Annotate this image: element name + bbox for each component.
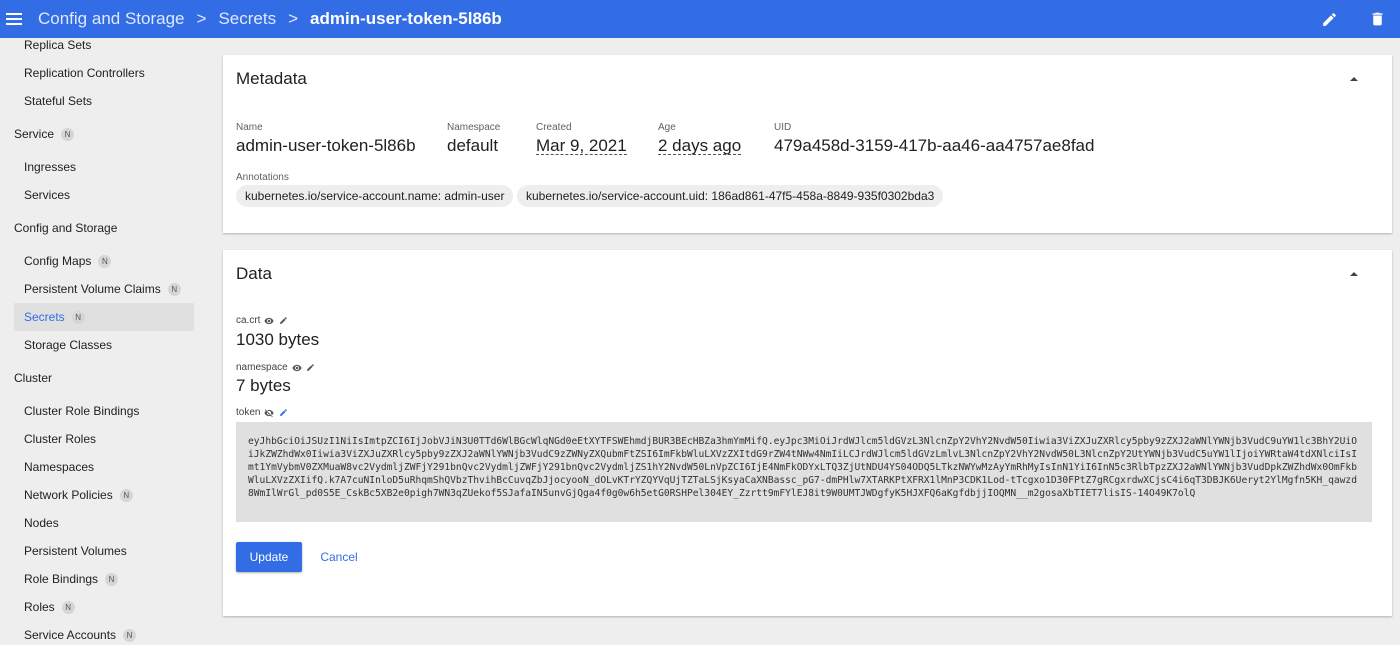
pencil-icon[interactable] xyxy=(278,316,288,326)
data-card: Data ca.crt 1030 bytes namespace 7 bytes… xyxy=(223,250,1392,616)
chevron-up-icon[interactable] xyxy=(1348,75,1360,83)
sidebar-item-label: Ingresses xyxy=(24,160,77,174)
sidebar-section-config-and-storage[interactable]: Config and Storage xyxy=(14,218,117,238)
namespace-label: Namespace xyxy=(447,122,501,133)
namespaced-badge: N xyxy=(71,310,85,324)
sidebar-item-label: Persistent Volumes xyxy=(24,544,127,558)
sidebar-item-role-bindings[interactable]: Role Bindings N xyxy=(24,566,119,592)
created-label: Created xyxy=(536,122,572,133)
sidebar-item-label: Cluster Roles xyxy=(24,432,97,446)
trash-icon[interactable] xyxy=(1366,8,1388,30)
cancel-button[interactable]: Cancel xyxy=(313,542,365,572)
sidebar-item-persistent-volume-claims[interactable]: Persistent Volume Claims N xyxy=(24,276,181,302)
sidebar-item-services[interactable]: Services xyxy=(24,182,70,208)
sidebar-item-label: Persistent Volume Claims xyxy=(24,282,161,296)
data-title: Data xyxy=(236,264,272,283)
sidebar-item-replication-controllers[interactable]: Replication Controllers xyxy=(24,60,145,86)
sidebar-item-label: Replication Controllers xyxy=(24,66,145,80)
sidebar-item-cluster-roles[interactable]: Cluster Roles xyxy=(24,426,96,452)
breadcrumb-config-and-storage[interactable]: Config and Storage xyxy=(38,9,185,29)
sidebar-item-label: Namespaces xyxy=(24,460,95,474)
sidebar-item-network-policies[interactable]: Network Policies N xyxy=(24,482,133,508)
age-value: 2 days ago xyxy=(658,136,742,155)
eye-icon[interactable] xyxy=(264,316,275,326)
sidebar-item-label: Stateful Sets xyxy=(24,94,93,108)
eye-off-icon[interactable] xyxy=(264,408,275,418)
uid-value: 479a458d-3159-417b-aa46-aa4757ae8fad xyxy=(774,136,1095,155)
age-label: Age xyxy=(658,122,676,133)
namespace-value: default xyxy=(447,136,499,155)
pencil-icon[interactable] xyxy=(306,363,316,373)
sidebar-section-label: Service xyxy=(14,127,55,141)
sidebar-item-label: Config Maps xyxy=(24,254,92,268)
created-value: Mar 9, 2021 xyxy=(536,136,627,155)
sidebar-item-label: Network Policies xyxy=(24,488,113,502)
data-entry-token: token xyxy=(236,407,288,418)
annotation-chip: kubernetes.io/service-account.uid: 186ad… xyxy=(517,185,944,207)
sidebar-item-config-maps[interactable]: Config Maps N xyxy=(24,248,112,274)
data-key-label: token xyxy=(236,407,261,418)
uid-label: UID xyxy=(774,122,792,133)
sidebar-section-label: Config and Storage xyxy=(14,221,118,235)
namespaced-badge: N xyxy=(167,282,181,296)
sidebar-item-label: Service Accounts xyxy=(24,628,117,642)
metadata-title: Metadata xyxy=(236,69,307,88)
sidebar-item-secrets[interactable]: Secrets N xyxy=(14,303,194,331)
breadcrumb-separator: > xyxy=(288,9,299,28)
sidebar-item-label: Role Bindings xyxy=(24,572,99,586)
metadata-card: Metadata Name admin-user-token-5l86b Nam… xyxy=(223,55,1392,233)
sidebar: Replica Sets Replication Controllers Sta… xyxy=(0,38,200,645)
data-key-label: ca.crt xyxy=(236,315,261,326)
update-button[interactable]: Update xyxy=(236,542,302,572)
sidebar-item-label: Cluster Role Bindings xyxy=(24,404,140,418)
name-value: admin-user-token-5l86b xyxy=(236,136,416,155)
sidebar-item-service-accounts[interactable]: Service Accounts N xyxy=(24,622,137,645)
sidebar-item-label: Services xyxy=(24,188,71,202)
namespaced-badge: N xyxy=(105,572,119,586)
namespaced-badge: N xyxy=(123,628,137,642)
token-value-textarea[interactable]: eyJhbGciOiJSUzI1NiIsImtpZCI6IjJobVJiN3U0… xyxy=(236,422,1372,522)
data-entry-ca-crt: ca.crt xyxy=(236,315,288,326)
annotation-chip: kubernetes.io/service-account.name: admi… xyxy=(236,185,514,207)
data-key-label: namespace xyxy=(236,362,288,373)
data-value-size: 7 bytes xyxy=(236,376,291,395)
namespaced-badge: N xyxy=(61,600,75,614)
sidebar-item-ingresses[interactable]: Ingresses xyxy=(24,154,76,180)
sidebar-section-label: Cluster xyxy=(14,371,53,385)
sidebar-item-persistent-volumes[interactable]: Persistent Volumes xyxy=(24,538,127,564)
pencil-icon[interactable] xyxy=(278,408,288,418)
data-entry-namespace: namespace xyxy=(236,362,316,373)
sidebar-item-label: Nodes xyxy=(24,516,59,530)
top-actions xyxy=(1318,0,1388,38)
sidebar-item-storage-classes[interactable]: Storage Classes xyxy=(24,332,112,358)
sidebar-item-label: Secrets xyxy=(24,310,65,324)
namespaced-badge: N xyxy=(119,488,133,502)
sidebar-item-label: Replica Sets xyxy=(24,38,92,52)
breadcrumb-separator: > xyxy=(196,9,207,28)
sidebar-item-roles[interactable]: Roles N xyxy=(24,594,75,620)
pencil-icon[interactable] xyxy=(1318,8,1340,30)
sidebar-item-cluster-role-bindings[interactable]: Cluster Role Bindings xyxy=(24,398,139,424)
sidebar-item-replica-sets[interactable]: Replica Sets xyxy=(24,32,91,58)
breadcrumb-secrets[interactable]: Secrets xyxy=(218,9,276,29)
sidebar-item-namespaces[interactable]: Namespaces xyxy=(24,454,94,480)
namespaced-badge: N xyxy=(61,127,75,141)
namespaced-badge: N xyxy=(98,254,112,268)
annotations-label: Annotations xyxy=(236,172,289,183)
sidebar-item-stateful-sets[interactable]: Stateful Sets xyxy=(24,88,92,114)
sidebar-section-cluster[interactable]: Cluster xyxy=(14,368,52,388)
top-app-bar: Config and Storage > Secrets > admin-use… xyxy=(0,0,1400,38)
chevron-up-icon[interactable] xyxy=(1348,270,1360,278)
sidebar-item-label: Roles xyxy=(24,600,55,614)
data-value-size: 1030 bytes xyxy=(236,330,320,349)
breadcrumb: Config and Storage > Secrets > admin-use… xyxy=(38,9,502,29)
eye-icon[interactable] xyxy=(292,363,302,373)
breadcrumb-current: admin-user-token-5l86b xyxy=(310,9,502,28)
sidebar-section-service[interactable]: Service N xyxy=(14,124,75,144)
sidebar-item-nodes[interactable]: Nodes xyxy=(24,510,59,536)
name-label: Name xyxy=(236,122,263,133)
sidebar-item-label: Storage Classes xyxy=(24,338,113,352)
